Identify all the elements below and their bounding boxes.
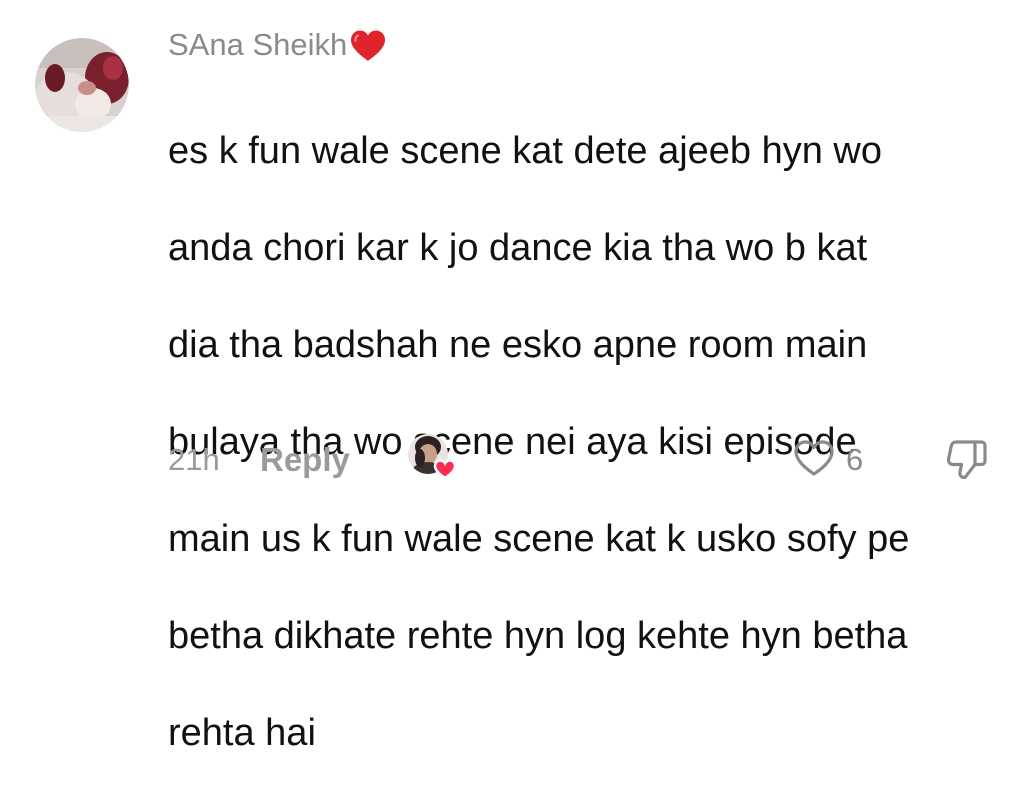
reply-button[interactable]: Reply [260, 440, 350, 480]
like-count: 6 [846, 442, 864, 477]
comment-text-line: es k fun wale scene kat dete ajeeb hyn w… [168, 129, 883, 172]
heart-outline-icon[interactable] [792, 438, 836, 478]
heart-emoji-icon [349, 29, 387, 63]
username-text[interactable]: SAna Sheikh [168, 22, 347, 68]
comment-timestamp: 21h [168, 442, 220, 477]
user-avatar[interactable] [35, 38, 129, 132]
comment-text-line: dia tha badshah ne esko apne room main [168, 323, 868, 366]
creator-liked-avatar-icon [408, 434, 458, 480]
comment-item: SAna Sheikh es k fun wale scene kat dete… [0, 0, 1024, 754]
comment-text-line: rehta hai [168, 711, 316, 754]
comment-username[interactable]: SAna Sheikh [168, 22, 387, 68]
comment-text-line: anda chori kar k jo dance kia tha wo b k… [168, 226, 868, 269]
thumbs-down-outline-icon[interactable] [944, 436, 990, 482]
comment-text-line: main us k fun wale scene kat k usko sofy… [168, 517, 910, 560]
comment-text-line: betha dikhate rehte hyn log kehte hyn be… [168, 614, 908, 657]
comment-footer: 21h Reply 6 [0, 430, 1024, 490]
